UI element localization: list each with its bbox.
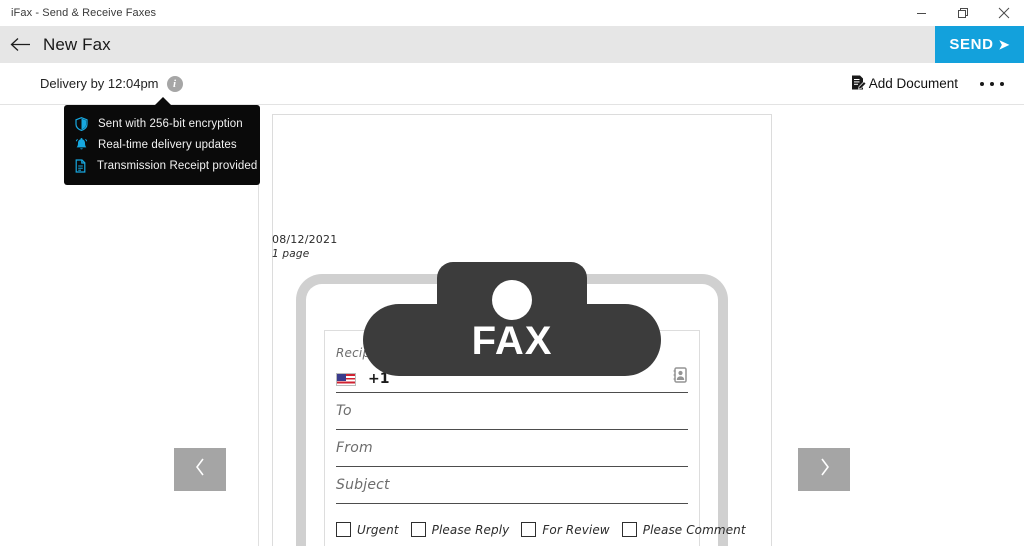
tooltip-item: Sent with 256-bit encryption (74, 114, 250, 133)
add-document-label: Add Document (868, 76, 958, 91)
tooltip-item-label: Sent with 256-bit encryption (98, 117, 243, 130)
page-count: 1 page (272, 247, 310, 260)
delivery-time-text: Delivery by 12:04pm (40, 76, 159, 91)
maximize-restore-button[interactable] (942, 0, 983, 26)
delivery-info-tooltip: Sent with 256-bit encryption Real-time d… (64, 97, 260, 185)
fax-cover-form: Recipient fax number +1 To (336, 346, 746, 546)
more-dot (980, 81, 984, 86)
chevron-right-icon (818, 457, 831, 482)
back-button[interactable] (0, 26, 40, 63)
field-from-label: From (336, 440, 373, 456)
checkbox-label: For Review (542, 522, 610, 537)
more-options-button[interactable] (976, 76, 1008, 92)
tooltip-item: Transmission Receipt provided (74, 156, 257, 175)
checkbox-box[interactable] (410, 522, 426, 537)
fax-flags-row: Urgent Please Reply For Review Please Co… (336, 522, 746, 537)
tooltip-arrow (154, 97, 172, 106)
contacts-icon[interactable] (673, 367, 688, 387)
checkbox-label: Please Comment (642, 522, 746, 537)
shield-icon (74, 116, 88, 131)
next-page-button[interactable] (798, 448, 850, 491)
send-button[interactable]: SEND ➤ (935, 26, 1024, 63)
clipboard-clip: FAX (363, 262, 661, 376)
navigation-bar: New Fax SEND ➤ (0, 26, 1024, 63)
delivery-info-group: Delivery by 12:04pm i (0, 75, 183, 92)
checkbox-box[interactable] (521, 522, 537, 537)
field-to[interactable]: To (336, 393, 688, 430)
window-controls (901, 0, 1024, 26)
app-title: iFax - Send & Receive Faxes (11, 7, 157, 19)
previous-page-button[interactable] (174, 448, 226, 491)
checkbox-please-reply[interactable]: Please Reply (410, 522, 510, 537)
more-dot (1000, 81, 1004, 86)
field-from[interactable]: From (336, 430, 688, 467)
us-flag-icon[interactable] (336, 372, 356, 386)
sub-toolbar-actions: Add Document (850, 74, 1024, 94)
add-document-button[interactable]: Add Document (850, 74, 958, 94)
page-title: New Fax (43, 34, 111, 54)
bell-icon (74, 137, 88, 152)
page-meta: 08/12/2021 1 page (272, 233, 337, 261)
send-button-label: SEND (949, 36, 994, 53)
tooltip-item: Real-time delivery updates (74, 135, 250, 154)
clipboard-clip-neck (437, 262, 587, 326)
page-date: 08/12/2021 (272, 233, 338, 246)
info-icon[interactable]: i (166, 75, 183, 92)
checkbox-box[interactable] (336, 522, 351, 537)
field-to-label: To (336, 403, 352, 419)
checkbox-for-review[interactable]: For Review (521, 522, 610, 537)
chevron-left-icon (194, 457, 207, 482)
tooltip-item-label: Transmission Receipt provided (97, 159, 258, 172)
field-subject-label: Subject (336, 477, 390, 493)
minimize-button[interactable] (901, 0, 942, 26)
title-bar: iFax - Send & Receive Faxes (0, 0, 1024, 26)
add-document-icon (850, 74, 867, 94)
checkbox-please-comment[interactable]: Please Comment (621, 522, 746, 537)
tooltip-item-label: Real-time delivery updates (98, 138, 237, 151)
checkbox-box[interactable] (621, 522, 637, 537)
checkbox-label: Please Reply (431, 522, 510, 537)
close-button[interactable] (983, 0, 1024, 26)
checkbox-urgent[interactable]: Urgent (336, 522, 399, 537)
clipboard-clip-hole (492, 280, 532, 320)
more-dot (990, 81, 994, 86)
checkbox-label: Urgent (357, 522, 399, 537)
document-icon (74, 158, 87, 173)
send-arrow-icon: ➤ (998, 37, 1010, 52)
field-subject[interactable]: Subject (336, 467, 688, 504)
